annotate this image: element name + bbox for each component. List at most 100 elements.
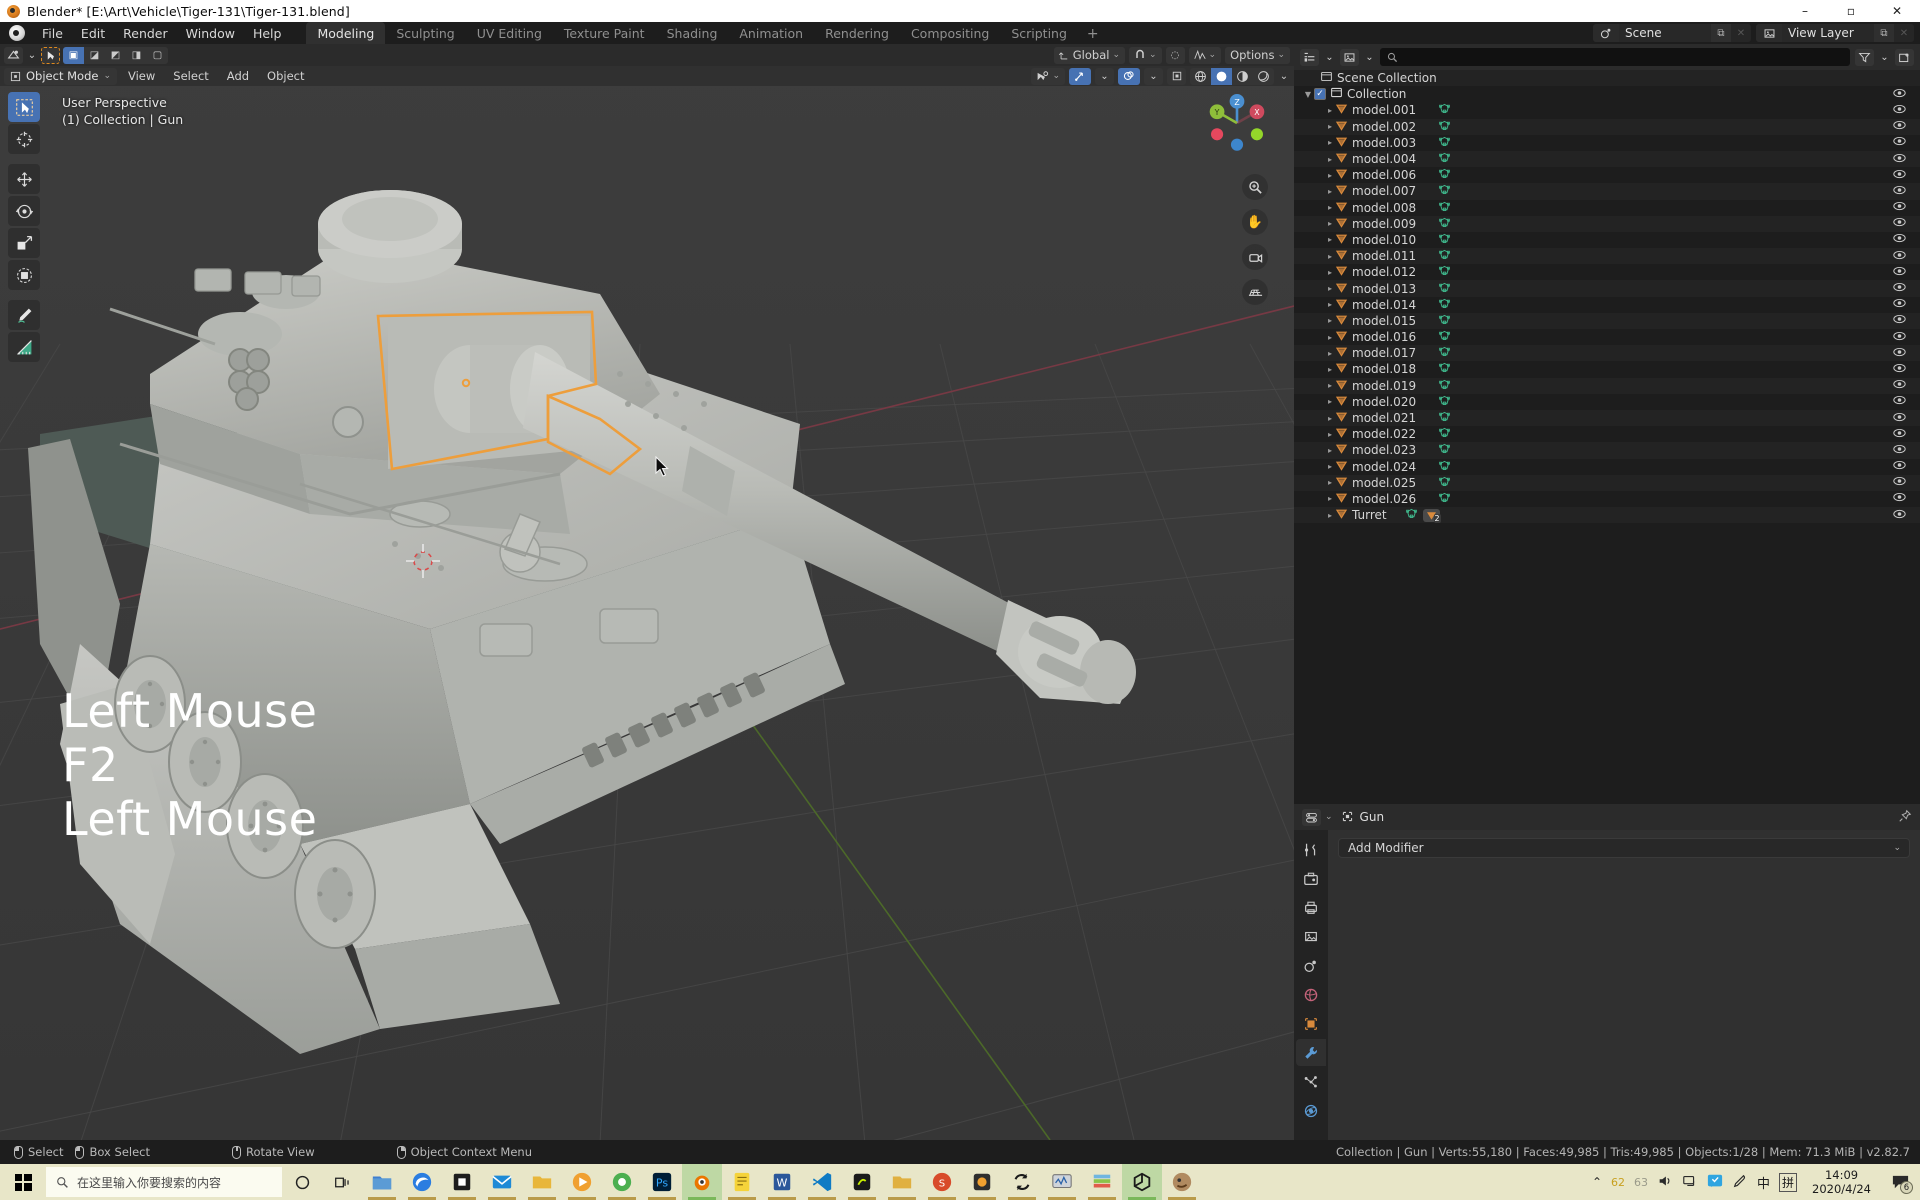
properties-tab-physics[interactable] (1296, 1097, 1326, 1124)
properties-tab-particles[interactable] (1296, 1068, 1326, 1095)
object-visibility-eye-icon[interactable] (1893, 314, 1906, 327)
tool-scale[interactable] (8, 228, 40, 258)
tool-transform[interactable] (8, 260, 40, 290)
scene-unlink-button[interactable]: ✕ (1731, 24, 1751, 42)
object-visibility-eye-icon[interactable] (1893, 104, 1906, 117)
outliner-row-object[interactable]: ▸ model.002 (1294, 118, 1920, 135)
taskbar-app-files[interactable] (522, 1164, 562, 1200)
tool-tweak-select[interactable] (8, 92, 40, 122)
outliner-filter-display-icon[interactable] (1340, 48, 1359, 66)
properties-tab-output[interactable] (1296, 894, 1326, 921)
outliner-row-object[interactable]: ▸ model.011 (1294, 248, 1920, 265)
taskbar-app-notes[interactable] (722, 1164, 762, 1200)
ime-language-indicator[interactable]: 中 (1757, 1173, 1770, 1192)
xray-toggle-icon[interactable] (1167, 67, 1186, 85)
outliner-row-collection[interactable]: ▼ ✓ Collection (1294, 86, 1920, 102)
mesh-data-icon[interactable] (1438, 394, 1451, 410)
object-visibility-eye-icon[interactable] (1893, 460, 1906, 473)
shading-mode-group[interactable] (1190, 67, 1274, 85)
outliner-row-object[interactable]: ▸ model.006 (1294, 167, 1920, 183)
outliner-row-expand-icon[interactable]: ▸ (1302, 106, 1332, 115)
taskbar-app-avatar[interactable] (1162, 1164, 1202, 1200)
outliner-tree[interactable]: Scene Collection ▼ ✓ Collection ▸ model.0… (1294, 70, 1920, 804)
tab-modeling[interactable]: Modeling (306, 22, 386, 44)
tool-cursor[interactable] (8, 124, 40, 154)
viewport-menu-select[interactable]: Select (166, 67, 215, 85)
shading-dropdown-icon[interactable]: ⌄ (1278, 68, 1290, 85)
mesh-data-icon[interactable] (1438, 167, 1451, 183)
mesh-data-icon[interactable] (1438, 232, 1451, 248)
viewlayer-name[interactable]: View Layer (1782, 24, 1874, 42)
properties-tab-tool[interactable] (1296, 836, 1326, 863)
viewlayer-selector[interactable]: View Layer ⧉ ✕ (1756, 24, 1914, 42)
tab-texture-paint[interactable]: Texture Paint (553, 22, 656, 44)
proportional-falloff-selector[interactable]: ⌄ (1188, 46, 1222, 64)
object-visibility-eye-icon[interactable] (1893, 153, 1906, 166)
properties-tab-object[interactable] (1296, 1010, 1326, 1037)
outliner-row-expand-icon[interactable]: ▸ (1302, 284, 1332, 293)
tab-rendering[interactable]: Rendering (814, 22, 900, 44)
object-visibility-eye-icon[interactable] (1893, 347, 1906, 360)
tab-animation[interactable]: Animation (728, 22, 814, 44)
3d-viewport[interactable]: ⌄ ▣ ◪ ◩ ◨ ▢ Global ⌄ ⌄ ◌ ⌄ Options ⌄ Obj… (0, 44, 1294, 1140)
mesh-data-icon[interactable] (1438, 183, 1451, 199)
outliner-row-expand-icon[interactable]: ▸ (1302, 333, 1332, 342)
select-invert-icon[interactable]: ◨ (126, 47, 147, 64)
overlays-toggle-button[interactable] (1118, 67, 1140, 85)
object-visibility-eye-icon[interactable] (1893, 492, 1906, 505)
object-visibility-eye-icon[interactable] (1893, 509, 1906, 522)
object-visibility-eye-icon[interactable] (1893, 266, 1906, 279)
hand-icon[interactable]: ✋ (1242, 209, 1268, 235)
taskbar-app-monitor[interactable] (1042, 1164, 1082, 1200)
outliner-row-expand-icon[interactable]: ▸ (1302, 381, 1332, 390)
ime-mode-indicator[interactable]: 拼 (1779, 1172, 1798, 1192)
object-visibility-eye-icon[interactable] (1893, 185, 1906, 198)
taskbar-app-zbrush[interactable]: S (922, 1164, 962, 1200)
add-workspace-button[interactable]: + (1078, 24, 1108, 44)
collection-checkbox[interactable]: ✓ (1314, 88, 1326, 101)
tool-move[interactable] (8, 164, 40, 194)
blender-logo-icon[interactable] (9, 25, 25, 41)
outliner-display-chevron-icon[interactable]: ⌄ (1324, 49, 1335, 66)
outliner-row-object[interactable]: ▸ model.007 (1294, 183, 1920, 200)
outliner-row-object[interactable]: ▸ model.025 (1294, 474, 1920, 491)
tab-uv-editing[interactable]: UV Editing (466, 22, 553, 44)
outliner-row-expand-icon[interactable]: ▸ (1302, 235, 1332, 244)
outliner-row-object[interactable]: ▸ model.023 (1294, 442, 1920, 459)
collection-expand-icon[interactable]: ▼ (1302, 90, 1314, 99)
menu-render[interactable]: Render (114, 23, 177, 44)
outliner-row-expand-icon[interactable]: ▸ (1302, 494, 1332, 503)
mesh-data-icon[interactable] (1405, 507, 1418, 523)
outliner-row-scene-collection[interactable]: Scene Collection (1294, 70, 1920, 87)
shading-solid-icon[interactable] (1211, 67, 1232, 85)
snap-magnet-button[interactable]: ⌄ (1128, 46, 1162, 64)
taskbar-app-browser[interactable] (602, 1164, 642, 1200)
tab-compositing[interactable]: Compositing (900, 22, 1000, 44)
taskbar-app-unity[interactable] (1122, 1164, 1162, 1200)
mesh-data-icon[interactable] (1438, 151, 1451, 167)
object-visibility-eye-icon[interactable] (1893, 379, 1906, 392)
taskbar-app-design[interactable] (962, 1164, 1002, 1200)
cloud-sync-icon[interactable] (1707, 1173, 1723, 1192)
tool-rotate[interactable] (8, 196, 40, 226)
taskbar-app-substance[interactable] (842, 1164, 882, 1200)
editor-type-icon[interactable] (4, 46, 23, 64)
outliner-row-object[interactable]: ▸ model.003 (1294, 135, 1920, 151)
mesh-data-icon[interactable] (1438, 313, 1451, 329)
viewport-menu-view[interactable]: View (121, 67, 162, 85)
minimize-button[interactable]: – (1782, 0, 1828, 22)
select-set-icon[interactable]: ▣ (63, 46, 84, 64)
outliner-row-expand-icon[interactable]: ▸ (1302, 365, 1332, 374)
outliner-row-expand-icon[interactable]: ▸ (1302, 187, 1332, 196)
cortana-icon[interactable] (282, 1164, 322, 1200)
mesh-data-icon[interactable] (1438, 345, 1451, 361)
taskbar-app-edge[interactable] (402, 1164, 442, 1200)
new-collection-icon[interactable] (1895, 48, 1914, 66)
mesh-data-icon[interactable] (1438, 475, 1451, 491)
pen-icon[interactable] (1732, 1173, 1748, 1192)
properties-tab-view-layer[interactable] (1296, 923, 1326, 950)
start-button[interactable] (0, 1164, 46, 1200)
object-visibility-eye-icon[interactable] (1893, 444, 1906, 457)
outliner-row-expand-icon[interactable]: ▸ (1302, 316, 1332, 325)
mesh-data-icon[interactable] (1438, 119, 1451, 135)
